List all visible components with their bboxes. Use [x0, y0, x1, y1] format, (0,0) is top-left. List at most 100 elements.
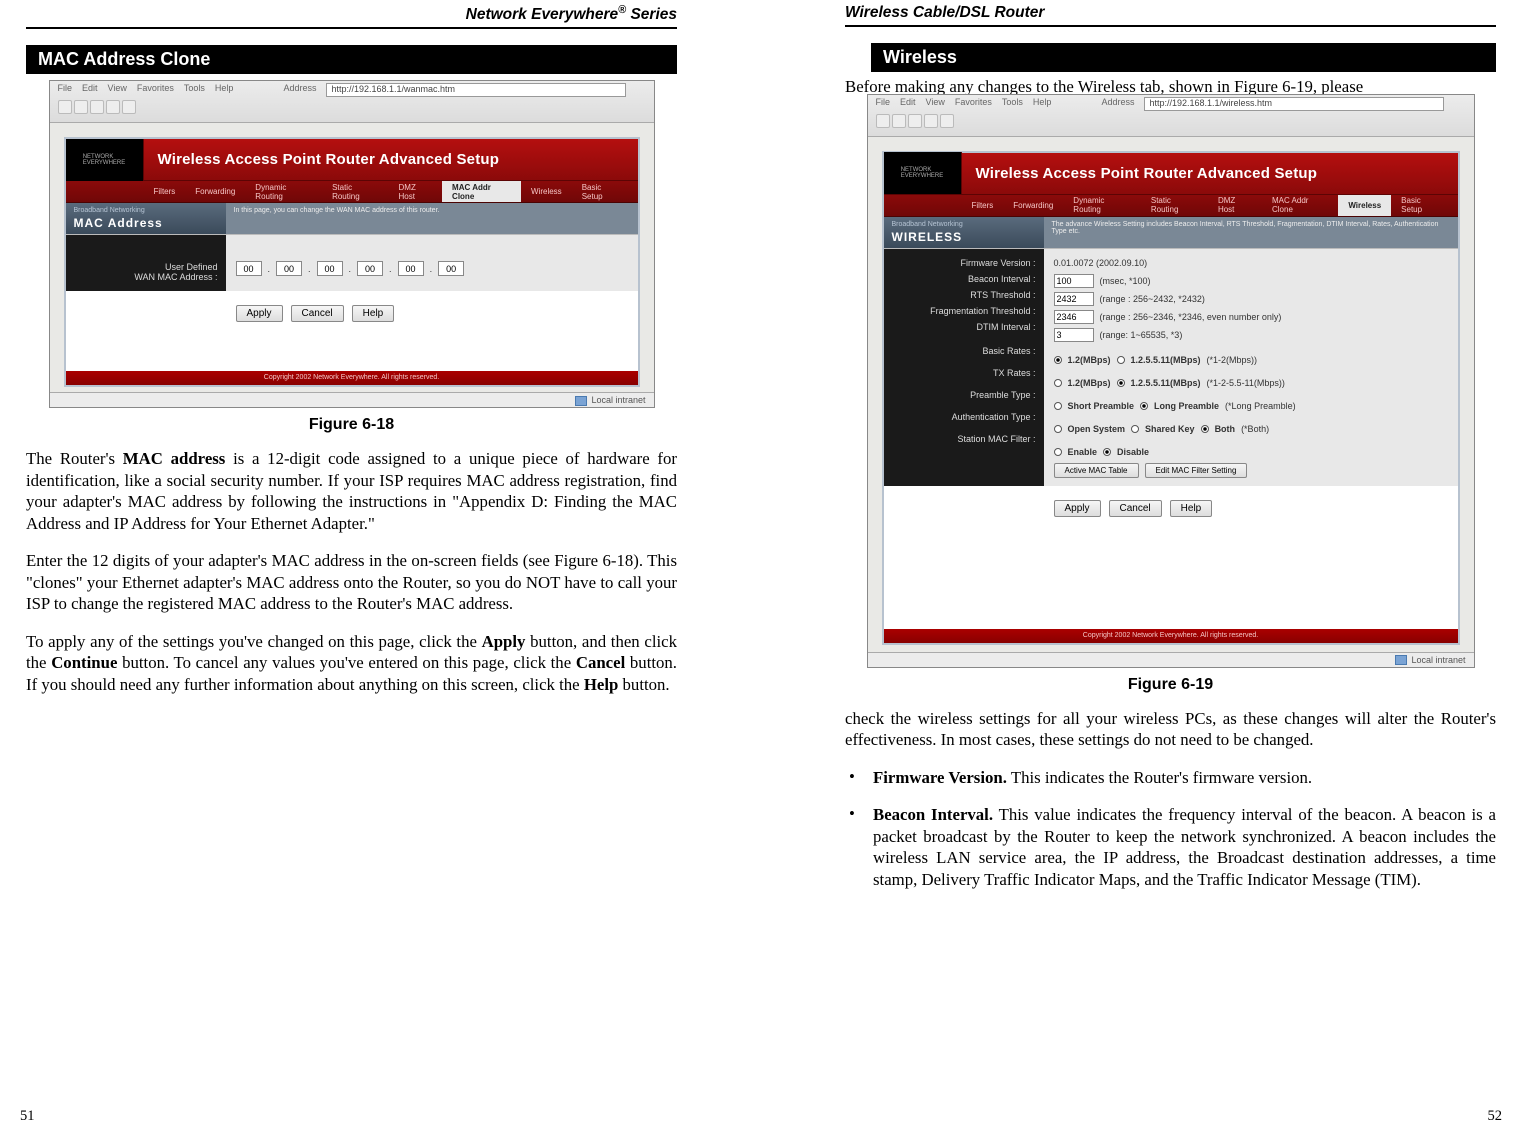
preamble-short-radio[interactable] — [1054, 402, 1062, 410]
home-button-2[interactable] — [940, 114, 954, 128]
para-mac-2: Enter the 12 digits of your adapter's MA… — [26, 550, 677, 615]
tab-forwarding-2[interactable]: Forwarding — [1003, 195, 1063, 216]
label-tx-rates: TX Rates : — [892, 365, 1036, 381]
edit-mac-filter-button[interactable]: Edit MAC Filter Setting — [1145, 463, 1248, 478]
frag-hint: (range : 256~2346, *2346, even number on… — [1100, 312, 1282, 322]
tab-forwarding[interactable]: Forwarding — [185, 181, 245, 202]
auth-both: Both — [1215, 424, 1236, 434]
label-auth: Authentication Type : — [892, 409, 1036, 425]
router-title: Wireless Access Point Router Advanced Se… — [144, 151, 500, 168]
screenshot-figure-6-18: File Edit View Favorites Tools Help Addr… — [49, 80, 655, 408]
preamble-long: Long Preamble — [1154, 401, 1219, 411]
address-input-2[interactable]: http://192.168.1.1/wireless.htm — [1144, 97, 1444, 111]
tx-rate-opt1-radio[interactable] — [1054, 379, 1062, 387]
auth-shared-radio[interactable] — [1131, 425, 1139, 433]
menu-help[interactable]: Help — [215, 83, 234, 97]
menu-edit-2[interactable]: Edit — [900, 97, 916, 111]
tab-filters-2[interactable]: Filters — [962, 195, 1004, 216]
menu-edit[interactable]: Edit — [82, 83, 98, 97]
tab-static-routing[interactable]: Static Routing — [322, 181, 388, 202]
back-button[interactable] — [58, 100, 72, 114]
tab-static-routing-2[interactable]: Static Routing — [1141, 195, 1208, 216]
mac-octet-4[interactable] — [357, 261, 383, 276]
apply-button[interactable]: Apply — [236, 305, 283, 322]
figure-6-18-caption: Figure 6-18 — [26, 416, 677, 434]
menu-tools-2[interactable]: Tools — [1002, 97, 1023, 111]
firmware-version-value: 0.01.0072 (2002.09.10) — [1054, 258, 1148, 268]
basic-rate-opt2: 1.2.5.5.11(MBps) — [1131, 355, 1201, 365]
auth-open: Open System — [1068, 424, 1126, 434]
refresh-button[interactable] — [106, 100, 120, 114]
beacon-hint: (msec, *100) — [1100, 276, 1151, 286]
tab-dynamic-routing-2[interactable]: Dynamic Routing — [1063, 195, 1141, 216]
router-ui-2: NETWORKEVERYWHERE Wireless Access Point … — [882, 151, 1460, 645]
tab-basic-setup-2[interactable]: Basic Setup — [1391, 195, 1457, 216]
mac-octet-2[interactable] — [276, 261, 302, 276]
help-button[interactable]: Help — [352, 305, 395, 322]
menu-favorites-2[interactable]: Favorites — [955, 97, 992, 111]
browser-chrome-2: File Edit View Favorites Tools Help Addr… — [868, 95, 1474, 137]
tab-dmz-host-2[interactable]: DMZ Host — [1208, 195, 1262, 216]
auth-open-radio[interactable] — [1054, 425, 1062, 433]
para-wireless-1: check the wireless settings for all your… — [845, 708, 1496, 751]
menu-tools[interactable]: Tools — [184, 83, 205, 97]
tx-rate-default: (*1-2-5.5-11(Mbps)) — [1207, 378, 1285, 388]
mac-octet-1[interactable] — [236, 261, 262, 276]
refresh-button-2[interactable] — [924, 114, 938, 128]
preamble-long-radio[interactable] — [1140, 402, 1148, 410]
active-mac-table-button[interactable]: Active MAC Table — [1054, 463, 1139, 478]
tab-wireless[interactable]: Wireless — [521, 181, 572, 202]
home-button[interactable] — [122, 100, 136, 114]
page-section-description: In this page, you can change the WAN MAC… — [226, 203, 638, 234]
cancel-button[interactable]: Cancel — [291, 305, 344, 322]
page-52: Wireless Cable/DSL Router Wireless Befor… — [761, 0, 1522, 1133]
tab-basic-setup[interactable]: Basic Setup — [572, 181, 638, 202]
rts-input[interactable] — [1054, 292, 1094, 306]
page-51: Network Everywhere® Series MAC Address C… — [0, 0, 761, 1133]
menu-help-2[interactable]: Help — [1033, 97, 1052, 111]
menu-file[interactable]: File — [58, 83, 73, 97]
menu-view[interactable]: View — [108, 83, 127, 97]
menu-file-2[interactable]: File — [876, 97, 891, 111]
basic-rate-opt2-radio[interactable] — [1117, 356, 1125, 364]
tab-filters[interactable]: Filters — [144, 181, 186, 202]
auth-both-radio[interactable] — [1201, 425, 1209, 433]
basic-rate-opt1-radio[interactable] — [1054, 356, 1062, 364]
stop-button[interactable] — [90, 100, 104, 114]
dtim-input[interactable] — [1054, 328, 1094, 342]
cancel-button-2[interactable]: Cancel — [1109, 500, 1162, 517]
menu-view-2[interactable]: View — [926, 97, 945, 111]
back-button-2[interactable] — [876, 114, 890, 128]
auth-shared: Shared Key — [1145, 424, 1195, 434]
tab-dmz-host[interactable]: DMZ Host — [389, 181, 443, 202]
label-firmware: Firmware Version : — [892, 255, 1036, 271]
apply-button-2[interactable]: Apply — [1054, 500, 1101, 517]
series-header-left: Network Everywhere® Series — [26, 4, 677, 29]
label-basic-rates: Basic Rates : — [892, 343, 1036, 359]
network-everywhere-logo: NETWORKEVERYWHERE — [66, 139, 144, 181]
menu-favorites[interactable]: Favorites — [137, 83, 174, 97]
tab-mac-addr-clone-2[interactable]: MAC Addr Clone — [1262, 195, 1338, 216]
stop-button-2[interactable] — [908, 114, 922, 128]
tab-dynamic-routing[interactable]: Dynamic Routing — [245, 181, 322, 202]
filter-disable-radio[interactable] — [1103, 448, 1111, 456]
frag-input[interactable] — [1054, 310, 1094, 324]
tx-rate-opt2-radio[interactable] — [1117, 379, 1125, 387]
label-beacon: Beacon Interval : — [892, 271, 1036, 287]
router-title-2: Wireless Access Point Router Advanced Se… — [962, 165, 1318, 182]
tab-wireless-2[interactable]: Wireless — [1338, 195, 1391, 216]
page-number-52: 52 — [1488, 1108, 1503, 1125]
address-input[interactable]: http://192.168.1.1/wanmac.htm — [326, 83, 626, 97]
mac-octet-3[interactable] — [317, 261, 343, 276]
figure-6-19-caption: Figure 6-19 — [845, 676, 1496, 694]
mac-address-row: . . . . . — [236, 259, 628, 278]
mac-octet-6[interactable] — [438, 261, 464, 276]
tab-mac-addr-clone[interactable]: MAC Addr Clone — [442, 181, 521, 202]
forward-button[interactable] — [74, 100, 88, 114]
mac-octet-5[interactable] — [398, 261, 424, 276]
beacon-input[interactable] — [1054, 274, 1094, 288]
dtim-hint: (range: 1~65535, *3) — [1100, 330, 1183, 340]
filter-enable-radio[interactable] — [1054, 448, 1062, 456]
help-button-2[interactable]: Help — [1170, 500, 1213, 517]
forward-button-2[interactable] — [892, 114, 906, 128]
